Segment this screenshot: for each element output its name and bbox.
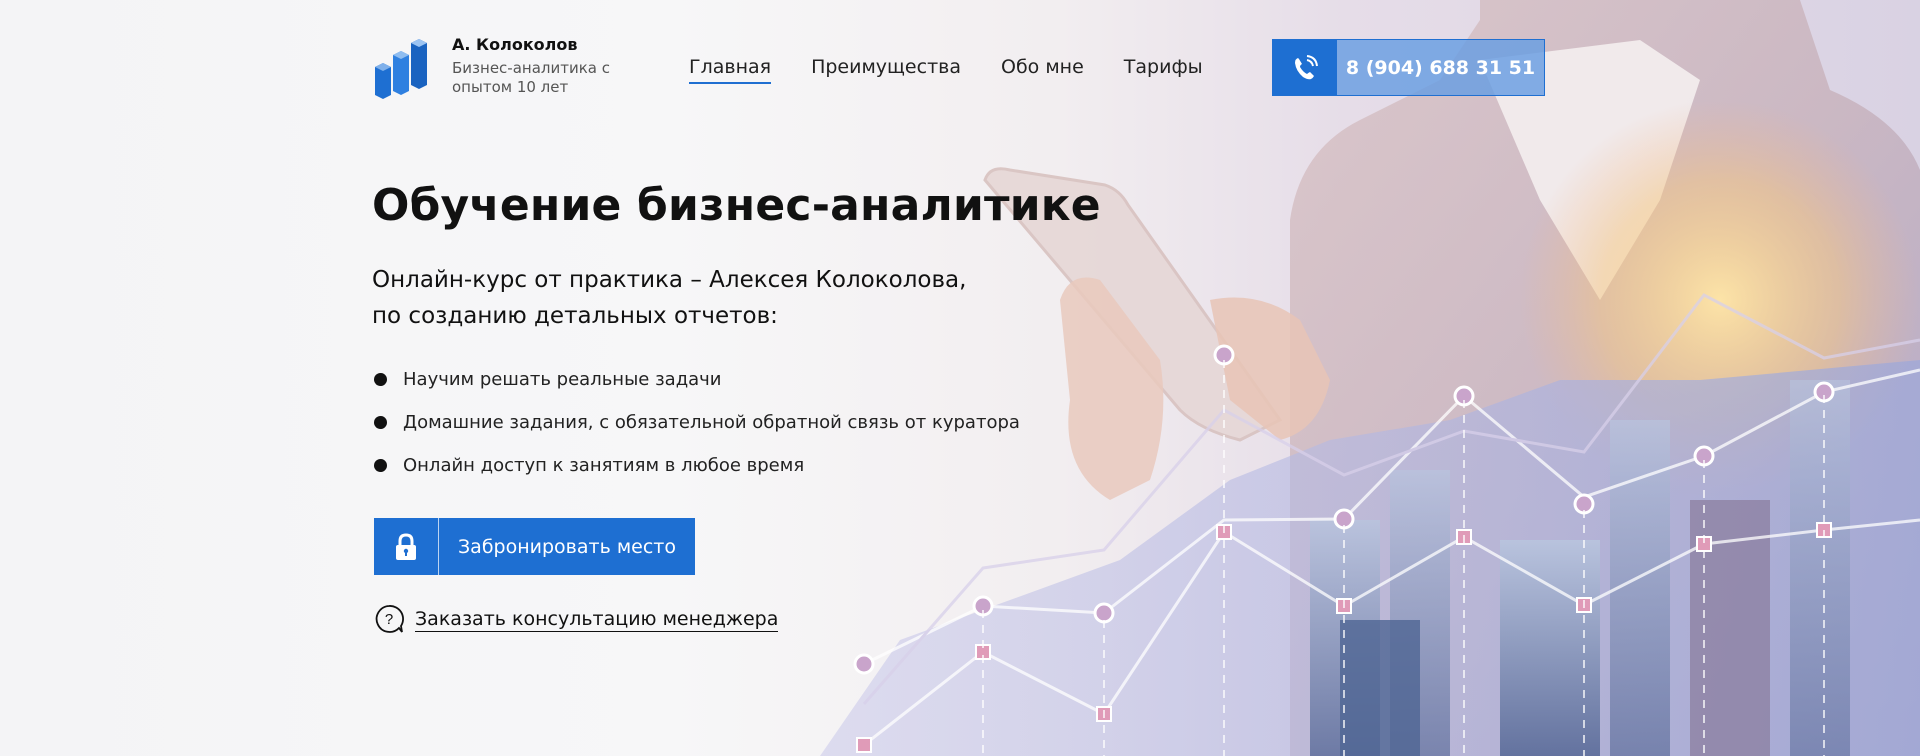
book-seat-button[interactable]: Забронировать место — [374, 518, 695, 575]
hero-subtitle-line-2: по созданию детальных отчетов: — [372, 303, 778, 329]
book-seat-label: Забронировать место — [458, 535, 676, 558]
feature-text: Онлайн доступ к занятиям в любое время — [403, 455, 805, 476]
bullet-dot-icon — [374, 416, 387, 429]
list-item: Онлайн доступ к занятиям в любое время — [374, 444, 1020, 487]
nav-item-advantages[interactable]: Преимущества — [811, 54, 961, 84]
nav-item-pricing[interactable]: Тарифы — [1124, 54, 1203, 84]
question-bubble-icon: ? — [375, 605, 404, 633]
page-title: Обучение бизнес-аналитике — [372, 180, 1101, 231]
hero-subtitle: Онлайн-курс от практика – Алексея Колоко… — [372, 262, 966, 334]
phone-number: 8 (904) 688 31 51 — [1337, 40, 1544, 95]
bar-chart-logo-icon[interactable] — [373, 37, 435, 99]
phone-button[interactable]: 8 (904) 688 31 51 — [1272, 39, 1545, 96]
list-item: Домашние задания, с обязательной обратно… — [374, 401, 1020, 444]
lock-icon — [374, 518, 439, 575]
main-nav: Главная Преимущества Обо мне Тарифы — [689, 54, 1243, 84]
feature-text: Домашние задания, с обязательной обратно… — [403, 412, 1020, 433]
feature-list: Научим решать реальные задачи Домашние з… — [374, 358, 1020, 487]
svg-text:?: ? — [385, 611, 393, 628]
phone-icon — [1273, 40, 1337, 95]
brand-tagline: Бизнес-аналитика с опытом 10 лет — [452, 59, 610, 96]
nav-item-home[interactable]: Главная — [689, 54, 772, 84]
hero-subtitle-line-1: Онлайн-курс от практика – Алексея Колоко… — [372, 267, 967, 293]
list-item: Научим решать реальные задачи — [374, 358, 1020, 401]
nav-item-about[interactable]: Обо мне — [1001, 54, 1084, 84]
brand-name: А. Колоколов — [452, 35, 578, 54]
consultation-link[interactable]: Заказать консультацию менеджера — [415, 607, 779, 632]
consultation-link-block: ? Заказать консультацию менеджера — [374, 604, 779, 634]
brand-block: А. Колоколов Бизнес-аналитика с опытом 1… — [452, 34, 612, 97]
bullet-dot-icon — [374, 459, 387, 472]
bullet-dot-icon — [374, 373, 387, 386]
feature-text: Научим решать реальные задачи — [403, 369, 722, 390]
